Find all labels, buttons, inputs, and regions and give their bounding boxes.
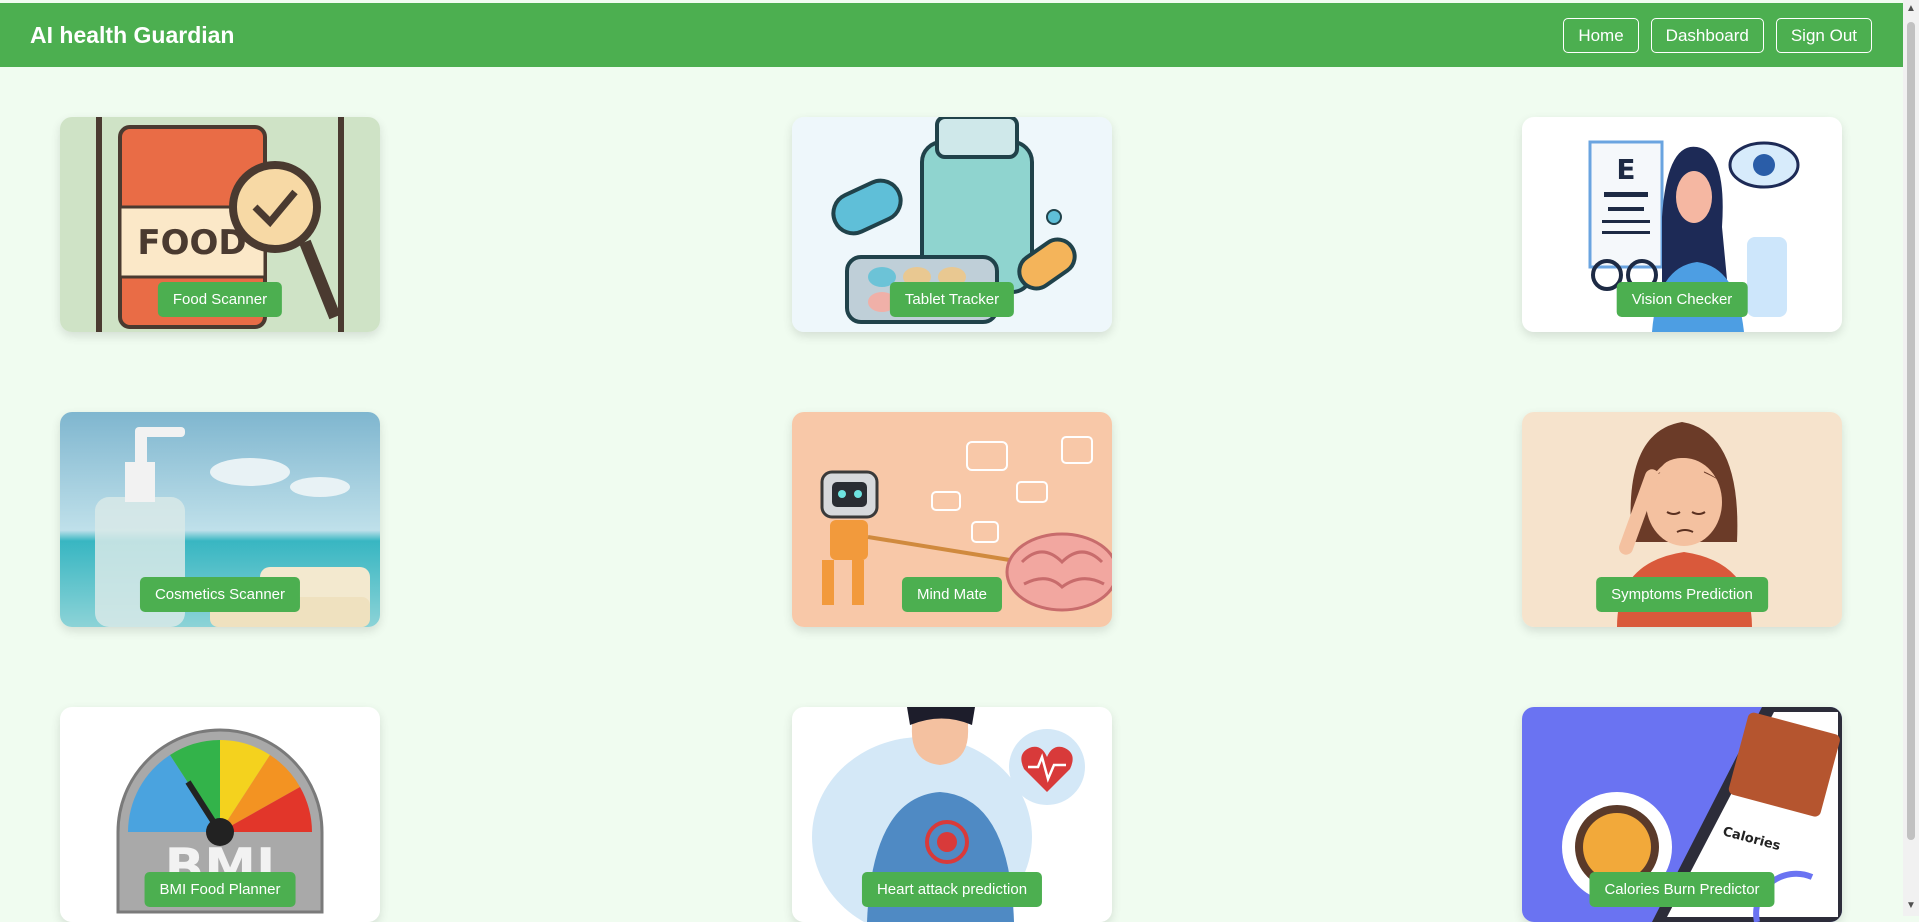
symptoms-prediction-card[interactable]: Symptoms Prediction [1522, 412, 1842, 627]
heart-attack-button[interactable]: Heart attack prediction [861, 872, 1043, 907]
vision-checker-card[interactable]: E Vision Checker [1522, 117, 1842, 332]
heart-attack-card[interactable]: Heart attack prediction [792, 707, 1112, 922]
scrollbar-thumb[interactable] [1907, 22, 1915, 840]
food-scanner-button[interactable]: Food Scanner [157, 282, 283, 317]
bmi-food-planner-card[interactable]: BMI BMI Food Planner [60, 707, 380, 922]
mind-mate-card[interactable]: Mind Mate [792, 412, 1112, 627]
svg-text:E: E [1616, 153, 1635, 186]
cosmetics-scanner-button[interactable]: Cosmetics Scanner [139, 577, 301, 612]
mind-mate-button[interactable]: Mind Mate [901, 577, 1003, 612]
vertical-scrollbar[interactable]: ▲ ▼ [1903, 0, 1919, 916]
nav-links: Home Dashboard Sign Out [1563, 17, 1872, 53]
dashboard-button[interactable]: Dashboard [1650, 17, 1764, 53]
tablet-tracker-card[interactable]: Tablet Tracker [792, 117, 1112, 332]
cosmetics-scanner-card[interactable]: Cosmetics Scanner [60, 412, 380, 627]
home-button[interactable]: Home [1563, 17, 1639, 53]
scroll-up-icon[interactable]: ▲ [1906, 3, 1916, 14]
food-scanner-card[interactable]: FOOD Food Scanner [60, 117, 380, 332]
bmi-food-planner-button[interactable]: BMI Food Planner [144, 872, 296, 907]
app-title: AI health Guardian [30, 21, 235, 48]
scroll-down-icon[interactable]: ▼ [1906, 900, 1916, 911]
calories-burn-card[interactable]: Calories Calories Burn Predictor [1522, 707, 1842, 922]
symptoms-prediction-button[interactable]: Symptoms Prediction [1596, 577, 1768, 612]
calories-burn-button[interactable]: Calories Burn Predictor [1589, 872, 1775, 907]
tablet-tracker-button[interactable]: Tablet Tracker [889, 282, 1015, 317]
top-navbar: AI health Guardian Home Dashboard Sign O… [0, 3, 1903, 67]
sign-out-button[interactable]: Sign Out [1775, 17, 1872, 53]
vision-checker-button[interactable]: Vision Checker [1616, 282, 1748, 317]
svg-text:FOOD: FOOD [137, 223, 246, 263]
